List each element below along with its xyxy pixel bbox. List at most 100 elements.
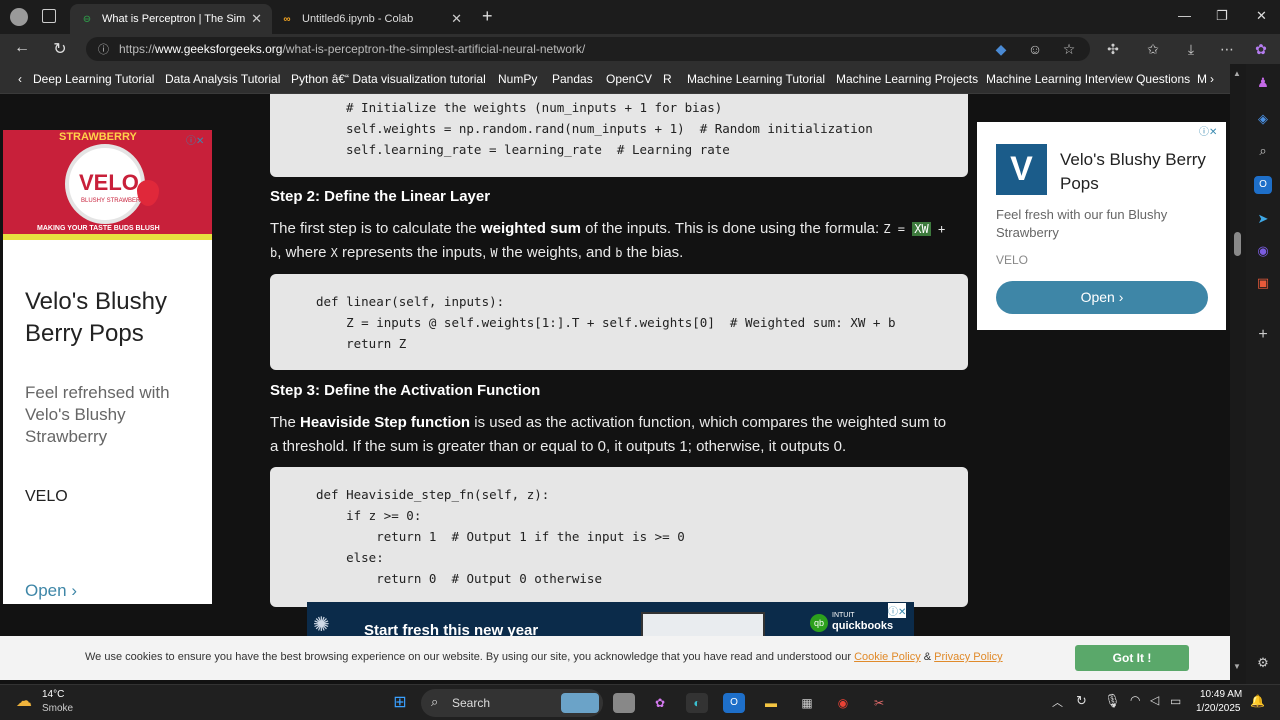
- close-tab-icon[interactable]: ✕: [251, 11, 262, 27]
- text: of the inputs. This is done using the fo…: [580, 220, 884, 237]
- tray-overflow-icon[interactable]: ︿: [1052, 694, 1063, 710]
- bookmark-item[interactable]: Machine Learning Tutorial: [687, 72, 825, 86]
- more-menu-icon[interactable]: ⋯: [1218, 41, 1236, 58]
- tab-actions-icon[interactable]: [42, 9, 56, 23]
- extensions-icon[interactable]: ✣: [1104, 41, 1122, 58]
- ad-open-button[interactable]: Open ›: [996, 281, 1208, 314]
- bookmark-item[interactable]: Pandas: [552, 72, 593, 86]
- bookmark-item[interactable]: OpenCV: [606, 72, 652, 86]
- clock-date[interactable]: 1/20/2025: [1196, 703, 1241, 714]
- bookmark-scroll-left-icon[interactable]: ‹: [18, 72, 22, 86]
- search-icon[interactable]: ⌕: [1254, 142, 1272, 160]
- snipping-tool-icon[interactable]: ✂: [868, 693, 890, 713]
- wifi-icon[interactable]: ◠: [1130, 693, 1140, 707]
- right-advertisement[interactable]: ⓘ✕ V Velo's Blushy Berry Pops Feel fresh…: [977, 122, 1226, 330]
- task-view-icon[interactable]: [613, 693, 635, 713]
- bookmark-item[interactable]: M: [1197, 72, 1207, 86]
- favorite-star-icon[interactable]: ☆: [1060, 41, 1078, 58]
- weather-icon[interactable]: ☁: [16, 691, 32, 711]
- windows-start-icon[interactable]: ⊞: [389, 693, 411, 713]
- sidebar-settings-icon[interactable]: ⚙: [1254, 654, 1272, 672]
- outlook-icon[interactable]: O: [1254, 176, 1272, 194]
- ad-advertiser: VELO: [996, 253, 1029, 267]
- text: The first step is to calculate the: [270, 220, 481, 237]
- store-icon[interactable]: ▦: [796, 693, 818, 713]
- velo-logo-icon: V: [996, 144, 1047, 195]
- send-icon[interactable]: ➤: [1254, 210, 1272, 228]
- quickbooks-logo-icon: qb: [810, 614, 828, 632]
- ad-brand: quickbooks: [832, 620, 894, 632]
- scroll-up-icon[interactable]: ▲: [1233, 69, 1241, 78]
- outlook-taskbar-icon[interactable]: O: [723, 693, 745, 713]
- url-field[interactable]: ⓘ https://www.geeksforgeeks.org/what-is-…: [86, 37, 1090, 61]
- tools-icon[interactable]: ▣: [1254, 274, 1272, 292]
- scroll-thumb[interactable]: [1234, 232, 1241, 256]
- bookmark-item[interactable]: Machine Learning Interview Questions: [986, 72, 1190, 86]
- formula: W: [490, 246, 498, 260]
- downloads-icon[interactable]: ⤓: [1182, 41, 1200, 58]
- code-block-init: # Initialize the weights (num_inputs + 1…: [270, 94, 968, 177]
- bookmark-item[interactable]: NumPy: [498, 72, 537, 86]
- text: the bias.: [622, 244, 684, 261]
- back-icon[interactable]: ←: [12, 39, 32, 57]
- shopping-icon[interactable]: ◈: [1254, 110, 1272, 128]
- microphone-icon[interactable]: 🎙: [1104, 693, 1121, 709]
- ad-open-button[interactable]: Open ›: [25, 581, 77, 601]
- bookmark-scroll-right-icon[interactable]: ›: [1210, 72, 1214, 86]
- close-tab-icon[interactable]: ✕: [451, 11, 462, 27]
- sync-icon[interactable]: ↻: [1076, 693, 1087, 709]
- chrome-icon[interactable]: ◉: [832, 693, 854, 713]
- text-bold: Heaviside Step function: [300, 414, 471, 431]
- notification-bell-icon[interactable]: 🔔: [1250, 694, 1265, 708]
- emoji-icon[interactable]: ☺: [1026, 41, 1044, 57]
- favorites-icon[interactable]: ✩: [1144, 41, 1162, 58]
- page-scrollbar[interactable]: ▲ ▼: [1230, 64, 1246, 684]
- bookmark-item[interactable]: Python â€“ Data visualization tutorial: [291, 72, 486, 86]
- chevron-right-icon: ›: [1118, 289, 1124, 305]
- cookie-banner: We use cookies to ensure you have the be…: [0, 636, 1230, 680]
- adchoices-icon[interactable]: ⓘ✕: [186, 132, 204, 147]
- copilot-app-icon[interactable]: ◉: [1254, 242, 1272, 260]
- clock-time[interactable]: 10:49 AM: [1200, 689, 1242, 700]
- bookmark-item[interactable]: Machine Learning Projects: [836, 72, 978, 86]
- bookmark-item[interactable]: R: [663, 72, 672, 86]
- ad-green-strip: [3, 234, 212, 240]
- scroll-down-icon[interactable]: ▼: [1233, 662, 1241, 671]
- adchoices-icon[interactable]: ⓘ✕: [1199, 123, 1217, 138]
- taskbar-search[interactable]: ⌕ Search: [421, 689, 603, 717]
- sidebar-app-icon[interactable]: ♟: [1254, 74, 1272, 92]
- restore-icon[interactable]: ❐: [1216, 8, 1228, 24]
- left-advertisement[interactable]: STRAWBERRY VELO BLUSHY STRAWBERRY MAKING…: [3, 130, 212, 604]
- coupon-icon[interactable]: ◆: [992, 41, 1010, 58]
- code-line: return 0 # Output 0 otherwise: [316, 571, 602, 586]
- copilot-icon[interactable]: ✿: [1252, 41, 1270, 58]
- cookie-policy-link[interactable]: Cookie Policy: [854, 651, 921, 663]
- edge-taskbar-icon[interactable]: ◐: [686, 693, 708, 713]
- volume-icon[interactable]: ◁: [1150, 693, 1159, 707]
- adchoices-icon[interactable]: ⓘ✕: [888, 603, 907, 618]
- file-explorer-icon[interactable]: ▬: [760, 693, 782, 713]
- bookmark-item[interactable]: Data Analysis Tutorial: [165, 72, 280, 86]
- tab-perceptron[interactable]: ⊖ What is Perceptron | The Simplest ✕: [70, 4, 272, 34]
- add-app-icon[interactable]: +: [1254, 326, 1272, 344]
- profile-avatar[interactable]: [10, 8, 28, 26]
- colab-favicon-icon: ∞: [283, 13, 291, 25]
- search-icon: ⌕: [431, 694, 439, 709]
- ad-title: Velo's Blushy Berry Pops: [1060, 150, 1206, 193]
- code-line: def Heaviside_step_fn(self, z):: [316, 487, 550, 502]
- close-window-icon[interactable]: ✕: [1256, 8, 1267, 24]
- code-block-heaviside: def Heaviside_step_fn(self, z): if z >= …: [270, 467, 968, 607]
- ad-open-label: Open: [1080, 289, 1115, 305]
- site-info-icon[interactable]: ⓘ: [98, 41, 109, 57]
- tab-colab[interactable]: ∞ Untitled6.ipynb - Colab ✕: [270, 4, 472, 34]
- battery-icon[interactable]: ▭: [1170, 694, 1181, 708]
- new-tab-icon[interactable]: +: [482, 6, 493, 27]
- weather-temperature: 14°C: [42, 689, 65, 700]
- privacy-policy-link[interactable]: Privacy Policy: [934, 651, 1002, 663]
- got-it-button[interactable]: Got It !: [1075, 645, 1189, 671]
- code-line: return Z: [316, 336, 407, 351]
- minimize-icon[interactable]: —: [1178, 8, 1191, 23]
- refresh-icon[interactable]: ↻: [50, 39, 70, 59]
- bookmark-item[interactable]: Deep Learning Tutorial: [33, 72, 154, 86]
- copilot-taskbar-icon[interactable]: ✿: [649, 693, 671, 713]
